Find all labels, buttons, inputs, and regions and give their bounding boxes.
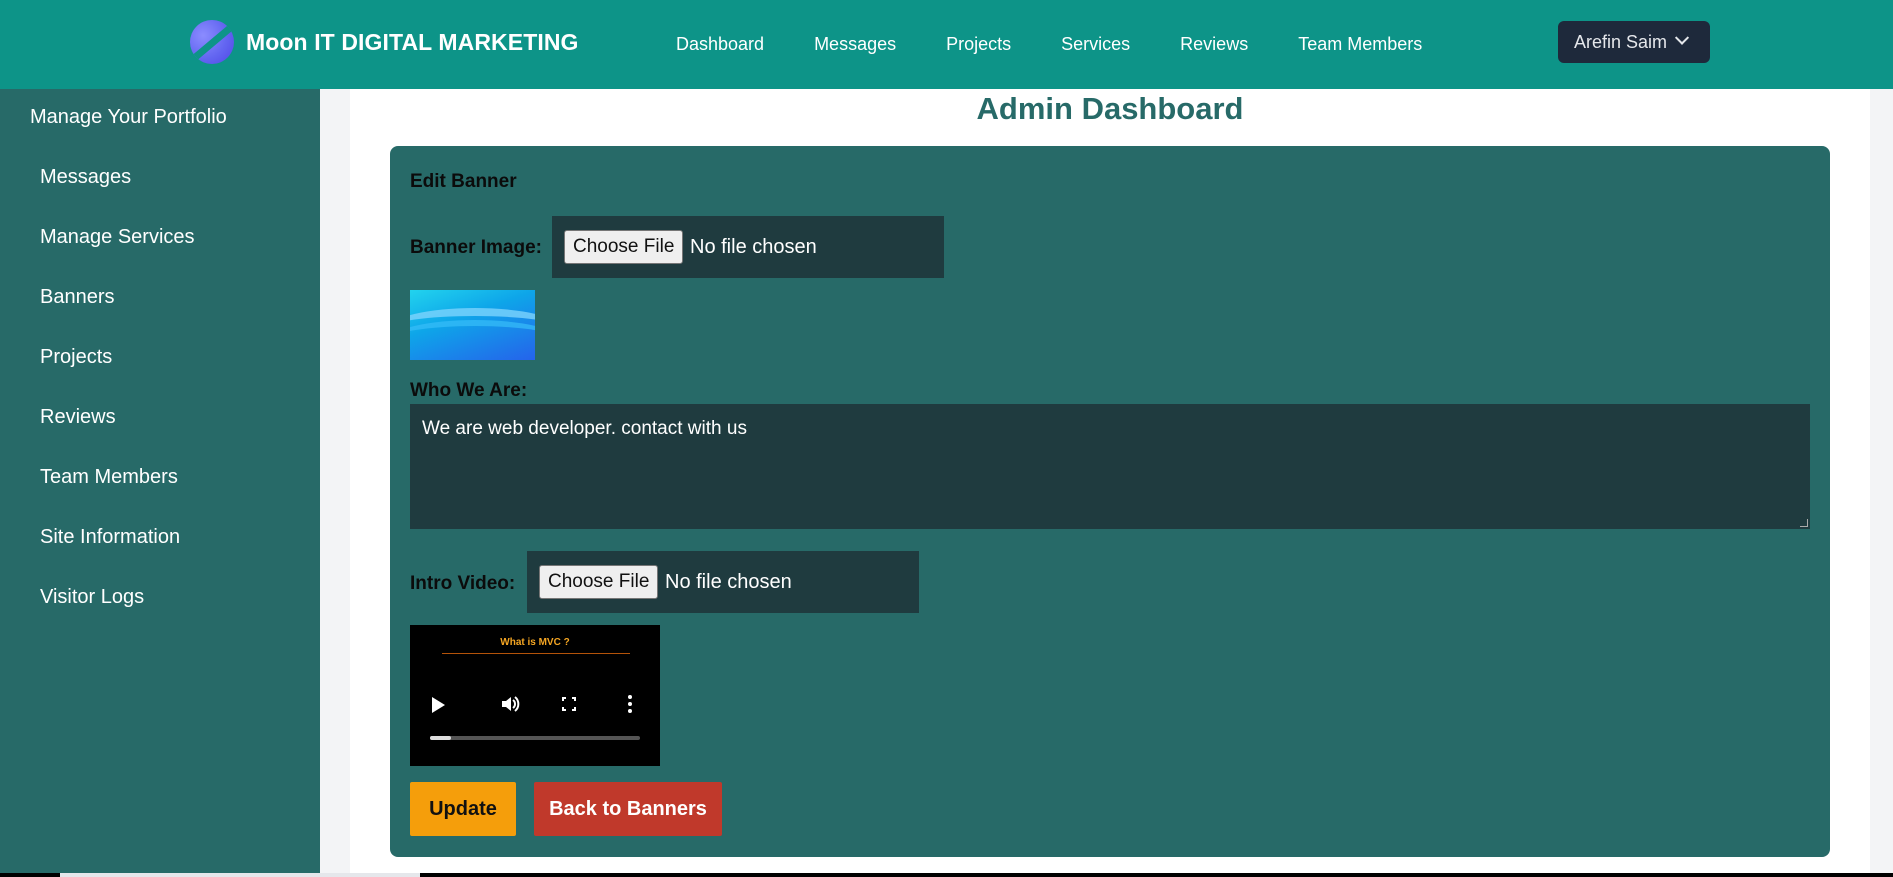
moon-logo-icon	[190, 20, 234, 64]
banner-image-label: Banner Image:	[410, 237, 542, 258]
intro-video-player[interactable]: What is MVC ?	[410, 625, 660, 766]
more-options-icon[interactable]	[628, 695, 632, 713]
choose-file-button[interactable]: Choose File	[539, 565, 659, 599]
nav-messages[interactable]: Messages	[814, 34, 896, 55]
banner-preview-image	[410, 290, 535, 360]
brand-name: Moon IT DIGITAL MARKETING	[246, 28, 579, 55]
user-menu-button[interactable]: Arefin Saim	[1558, 21, 1710, 63]
form-heading: Edit Banner	[410, 171, 517, 192]
intro-video-input[interactable]: Choose File No file chosen	[527, 551, 919, 613]
edit-banner-form: Edit Banner Banner Image: Choose File No…	[390, 146, 1830, 857]
sidebar-item-manage-services[interactable]: Manage Services	[40, 224, 195, 284]
sidebar-list: Messages Manage Services Banners Project…	[40, 164, 195, 644]
back-to-banners-button[interactable]: Back to Banners	[534, 782, 722, 836]
video-title: What is MVC ?	[500, 637, 570, 648]
sidebar-item-reviews[interactable]: Reviews	[40, 404, 195, 464]
sidebar-item-team-members[interactable]: Team Members	[40, 464, 195, 524]
chevron-down-icon	[1674, 30, 1690, 45]
fullscreen-icon[interactable]	[561, 696, 577, 712]
sidebar: Manage Your Portfolio Messages Manage Se…	[0, 89, 320, 877]
file-status: No file chosen	[690, 236, 817, 258]
who-we-are-label: Who We Are:	[410, 380, 528, 401]
video-progress-fill	[430, 736, 451, 740]
sidebar-title: Manage Your Portfolio	[30, 106, 227, 128]
top-navbar: Moon IT DIGITAL MARKETING Dashboard Mess…	[0, 0, 1893, 89]
banner-image-input[interactable]: Choose File No file chosen	[552, 216, 944, 278]
who-we-are-value: We are web developer. contact with us	[422, 418, 747, 439]
main-nav: Dashboard Messages Projects Services Rev…	[676, 0, 1422, 89]
update-button[interactable]: Update	[410, 782, 516, 836]
volume-icon[interactable]	[500, 695, 520, 713]
page-title: Admin Dashboard	[976, 91, 1244, 126]
who-we-are-textarea[interactable]: We are web developer. contact with us	[410, 404, 1810, 529]
video-progress-bar[interactable]	[430, 736, 640, 740]
sidebar-item-visitor-logs[interactable]: Visitor Logs	[40, 584, 195, 644]
brand[interactable]: Moon IT DIGITAL MARKETING	[190, 20, 579, 64]
video-divider	[442, 653, 630, 654]
play-icon[interactable]	[432, 697, 445, 713]
nav-projects[interactable]: Projects	[946, 34, 1011, 55]
nav-dashboard[interactable]: Dashboard	[676, 34, 764, 55]
bottom-edge	[0, 873, 1893, 877]
sidebar-item-messages[interactable]: Messages	[40, 164, 195, 224]
choose-file-button[interactable]: Choose File	[564, 230, 684, 264]
intro-video-label: Intro Video:	[410, 573, 516, 594]
user-name: Arefin Saim	[1574, 31, 1668, 52]
sidebar-item-projects[interactable]: Projects	[40, 344, 195, 404]
sidebar-item-banners[interactable]: Banners	[40, 284, 195, 344]
nav-services[interactable]: Services	[1061, 34, 1130, 55]
sidebar-item-site-information[interactable]: Site Information	[40, 524, 195, 584]
resize-handle-icon[interactable]	[1800, 519, 1808, 527]
nav-team-members[interactable]: Team Members	[1298, 34, 1422, 55]
file-status: No file chosen	[665, 571, 792, 593]
nav-reviews[interactable]: Reviews	[1180, 34, 1248, 55]
